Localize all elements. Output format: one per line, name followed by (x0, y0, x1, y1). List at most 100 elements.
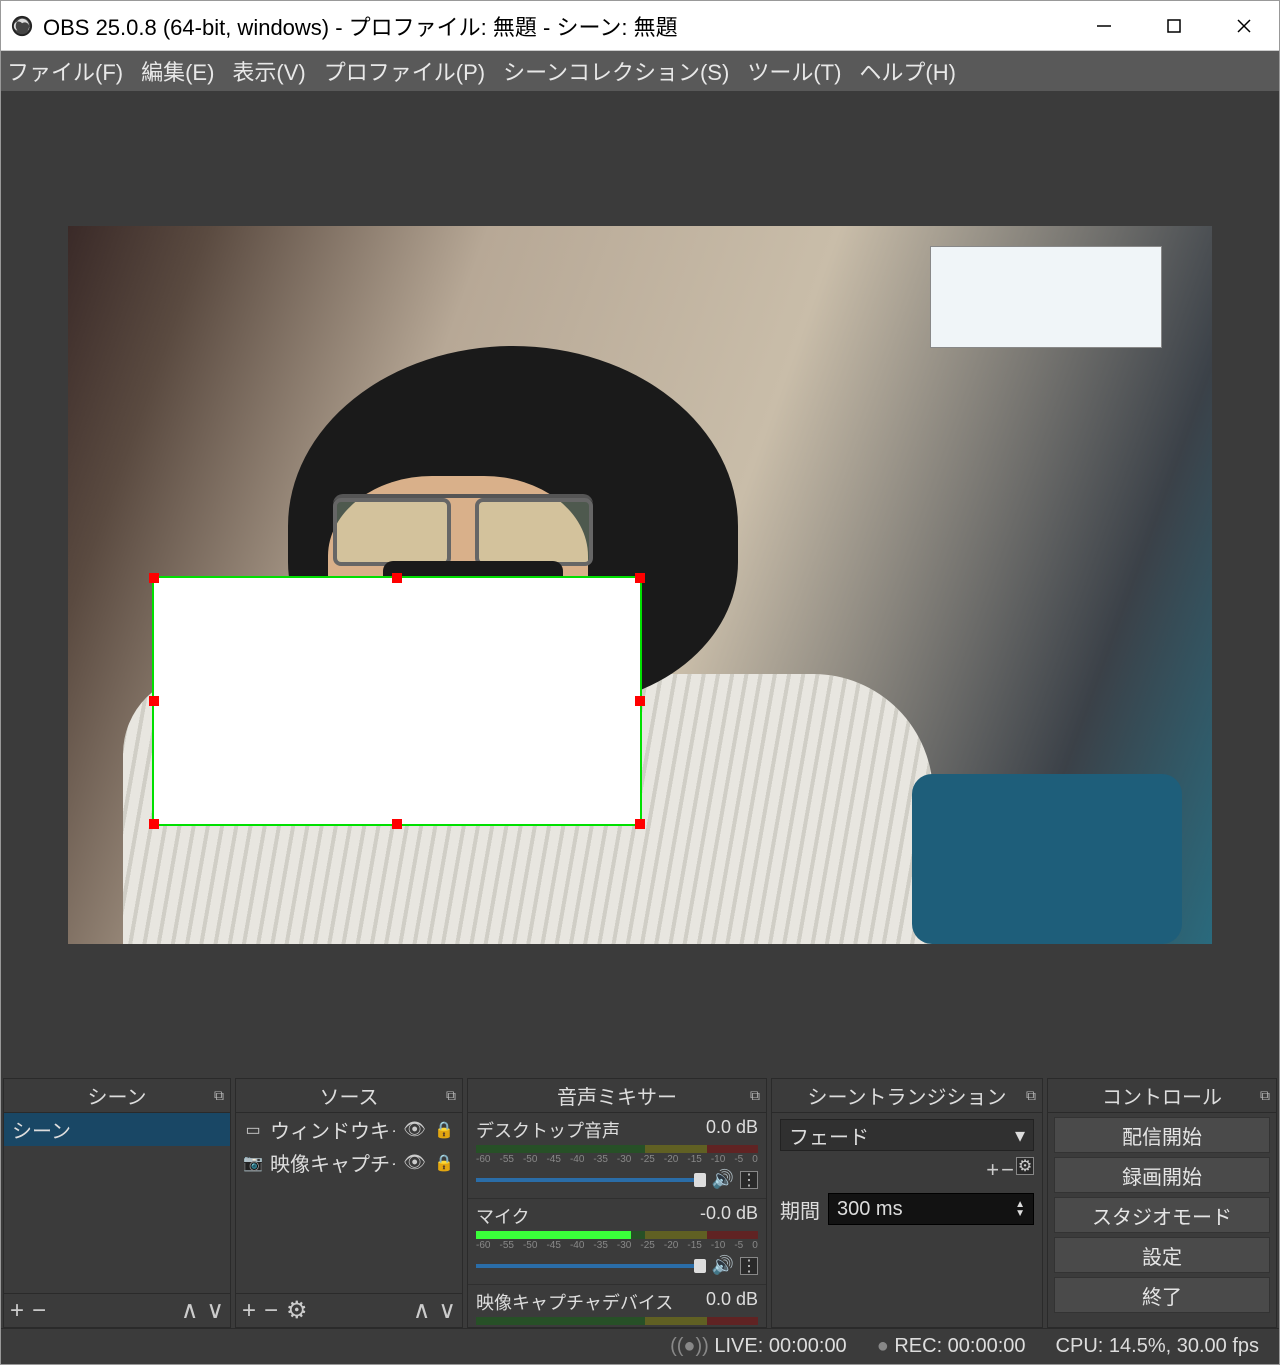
window-title: OBS 25.0.8 (64-bit, windows) - プロファイル: 無… (43, 10, 1069, 42)
sources-dock: ソース ⧉ ▭ ウィンドウキャプチャ 👁 🔒 📷 映像キャプチャデバイス 👁 🔒 (235, 1078, 463, 1328)
menu-scene-collection[interactable]: シーンコレクション(S) (503, 55, 729, 87)
mixer-channel-name: マイク (476, 1203, 530, 1229)
menu-file[interactable]: ファイル(F) (7, 55, 123, 87)
visibility-toggle-icon[interactable]: 👁 (403, 1152, 426, 1173)
duration-value: 300 ms (837, 1198, 903, 1221)
window-icon: ▭ (244, 1120, 262, 1140)
scene-item-label: シーン (12, 1115, 71, 1144)
resize-handle-br[interactable] (635, 819, 645, 829)
mute-button-icon[interactable]: 🔊 (712, 1169, 734, 1190)
maximize-button[interactable] (1139, 1, 1209, 50)
record-dot-icon: ● (877, 1335, 889, 1357)
source-down-button[interactable]: ∨ (438, 1296, 456, 1325)
popout-icon[interactable]: ⧉ (214, 1087, 224, 1104)
source-up-button[interactable]: ∧ (413, 1296, 431, 1325)
resize-handle-tl[interactable] (149, 573, 159, 583)
status-cpu: CPU: 14.5%, 30.00 fps (1056, 1335, 1259, 1358)
app-window: OBS 25.0.8 (64-bit, windows) - プロファイル: 無… (0, 0, 1280, 1365)
duration-spinbox[interactable]: 300 ms ▲▼ (828, 1193, 1034, 1225)
source-properties-button[interactable]: ⚙ (286, 1296, 308, 1325)
docks: シーン ⧉ シーン + − ∧ ∨ ソース ⧉ (1, 1078, 1279, 1328)
mixer-title: 音声ミキサー (468, 1081, 766, 1110)
popout-icon[interactable]: ⧉ (750, 1087, 760, 1104)
add-scene-button[interactable]: + (10, 1297, 24, 1325)
source-item[interactable]: 📷 映像キャプチャデバイス 👁 🔒 (236, 1146, 462, 1179)
remove-transition-button[interactable]: − (1001, 1157, 1014, 1183)
meter-ticks: -60-55-50-45-40-35-30-25-20-15-10-50 (476, 1154, 758, 1165)
scenes-toolbar: + − ∧ ∨ (4, 1293, 230, 1327)
popout-icon[interactable]: ⧉ (446, 1087, 456, 1104)
broadcast-icon: ((●)) (670, 1335, 709, 1357)
studio-mode-button[interactable]: スタジオモード (1054, 1197, 1270, 1233)
mixer-channel: 映像キャプチャデバイス0.0 dB-60-55-50-45-40-35-30-2… (468, 1285, 766, 1327)
minimize-button[interactable] (1069, 1, 1139, 50)
transition-properties-button[interactable]: ⚙ (1016, 1157, 1034, 1175)
mixer-channel-name: デスクトップ音声 (476, 1117, 620, 1143)
meter-ticks: -60-55-50-45-40-35-30-25-20-15-10-50 (476, 1240, 758, 1251)
resize-handle-ml[interactable] (149, 696, 159, 706)
resize-handle-tm[interactable] (392, 573, 402, 583)
remove-scene-button[interactable]: − (32, 1297, 46, 1325)
scene-down-button[interactable]: ∨ (206, 1296, 224, 1325)
visibility-toggle-icon[interactable]: 👁 (403, 1119, 426, 1140)
source-item-label: ウィンドウキャプチャ (270, 1115, 395, 1144)
meter-ticks: -60-55-50-45-40-35-30-25-20-15-10-50 (476, 1326, 758, 1327)
mixer-list: デスクトップ音声 0.0 dB -60-55-50-45-40-35-30-25-2… (468, 1113, 766, 1327)
scene-item[interactable]: シーン (4, 1113, 230, 1146)
mixer-db-value: -0.0 dB (700, 1203, 758, 1229)
chevron-down-icon: ▾ (1015, 1123, 1025, 1148)
channel-options-button[interactable]: ⋮ (740, 1257, 758, 1275)
person-glasses (333, 494, 593, 564)
menu-view[interactable]: 表示(V) (232, 55, 305, 87)
close-button[interactable] (1209, 1, 1279, 50)
source-item-label: 映像キャプチャデバイス (270, 1148, 395, 1177)
source-item[interactable]: ▭ ウィンドウキャプチャ 👁 🔒 (236, 1113, 462, 1146)
controls-dock: コントロール ⧉ 配信開始 録画開始 スタジオモード 設定 終了 (1047, 1078, 1277, 1328)
menu-tools[interactable]: ツール(T) (747, 55, 841, 87)
controls-title: コントロール (1048, 1081, 1276, 1110)
background-pillow (912, 774, 1182, 944)
volume-slider[interactable] (476, 1178, 706, 1182)
resize-handle-tr[interactable] (635, 573, 645, 583)
resize-handle-mr[interactable] (635, 696, 645, 706)
start-recording-button[interactable]: 録画開始 (1054, 1157, 1270, 1193)
menubar: ファイル(F) 編集(E) 表示(V) プロファイル(P) シーンコレクション(… (1, 51, 1279, 91)
volume-slider[interactable] (476, 1264, 706, 1268)
add-source-button[interactable]: + (242, 1297, 256, 1325)
sources-title: ソース (236, 1081, 462, 1110)
transitions-body: フェード ▾ + − ⚙ 期間 300 ms ▲▼ (772, 1113, 1042, 1231)
spin-arrows-icon[interactable]: ▲▼ (1015, 1200, 1025, 1218)
audio-meter (476, 1317, 758, 1325)
resize-handle-bl[interactable] (149, 819, 159, 829)
mute-button-icon[interactable]: 🔊 (712, 1255, 734, 1276)
remove-source-button[interactable]: − (264, 1297, 278, 1325)
sources-list[interactable]: ▭ ウィンドウキャプチャ 👁 🔒 📷 映像キャプチャデバイス 👁 🔒 (236, 1113, 462, 1293)
scenes-dock: シーン ⧉ シーン + − ∧ ∨ (3, 1078, 231, 1328)
lock-toggle-icon[interactable]: 🔒 (434, 1153, 454, 1173)
exit-button[interactable]: 終了 (1054, 1277, 1270, 1313)
status-live: ((●)) LIVE: 00:00:00 (670, 1335, 847, 1358)
settings-button[interactable]: 設定 (1054, 1237, 1270, 1273)
transitions-dock: シーントランジション ⧉ フェード ▾ + − ⚙ 期間 300 ms ▲▼ (771, 1078, 1043, 1328)
preview-area[interactable] (1, 91, 1279, 1078)
channel-options-button[interactable]: ⋮ (740, 1171, 758, 1189)
titlebar: OBS 25.0.8 (64-bit, windows) - プロファイル: 無… (1, 1, 1279, 51)
audio-meter (476, 1145, 758, 1153)
add-transition-button[interactable]: + (986, 1157, 999, 1183)
start-streaming-button[interactable]: 配信開始 (1054, 1117, 1270, 1153)
scenes-list[interactable]: シーン (4, 1113, 230, 1293)
transition-select[interactable]: フェード ▾ (780, 1119, 1034, 1151)
popout-icon[interactable]: ⧉ (1260, 1087, 1270, 1104)
lock-toggle-icon[interactable]: 🔒 (434, 1120, 454, 1140)
mixer-channel: マイク -0.0 dB -60-55-50-45-40-35-30-25-20-15… (468, 1199, 766, 1285)
resize-handle-bm[interactable] (392, 819, 402, 829)
mixer-db-value: 0.0 dB (706, 1117, 758, 1143)
scenes-title: シーン (4, 1081, 230, 1110)
selected-source-box[interactable] (152, 576, 642, 826)
preview-canvas[interactable] (68, 226, 1212, 944)
scene-up-button[interactable]: ∧ (181, 1296, 199, 1325)
menu-edit[interactable]: 編集(E) (141, 55, 214, 87)
menu-profile[interactable]: プロファイル(P) (324, 55, 485, 87)
popout-icon[interactable]: ⧉ (1026, 1087, 1036, 1104)
menu-help[interactable]: ヘルプ(H) (859, 55, 956, 87)
